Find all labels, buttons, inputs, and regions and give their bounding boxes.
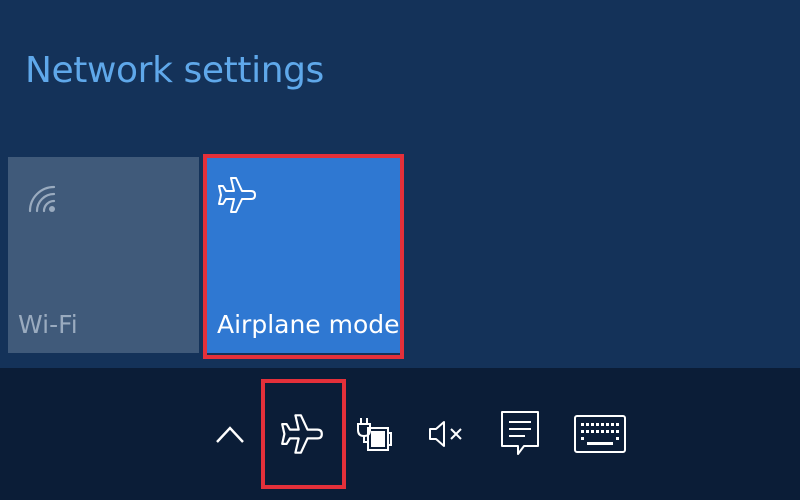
airplane-icon — [218, 177, 256, 213]
wifi-tile-label: Wi-Fi — [18, 310, 78, 339]
touch-keyboard-icon — [574, 415, 626, 453]
network-settings-link[interactable]: Network settings — [25, 50, 324, 91]
battery-charging-icon — [357, 418, 392, 451]
wifi-icon — [28, 185, 56, 213]
show-hidden-icons-button[interactable] — [200, 404, 260, 464]
volume-muted-icon — [429, 421, 462, 447]
wifi-tile[interactable]: Wi-Fi — [8, 157, 199, 353]
network-flyout: Network settings Wi-Fi Airplane mode — [0, 0, 800, 368]
volume-tray-button[interactable] — [416, 404, 476, 464]
action-center-button[interactable] — [490, 404, 550, 464]
airplane-icon — [281, 414, 323, 454]
airplane-mode-tile-label: Airplane mode — [217, 310, 400, 339]
battery-tray-button[interactable] — [344, 404, 404, 464]
action-center-icon — [501, 411, 539, 455]
airplane-mode-tray-button[interactable] — [272, 404, 332, 464]
airplane-mode-tile[interactable]: Airplane mode — [207, 157, 400, 353]
chevron-up-icon — [216, 426, 244, 443]
touch-keyboard-button[interactable] — [570, 404, 630, 464]
